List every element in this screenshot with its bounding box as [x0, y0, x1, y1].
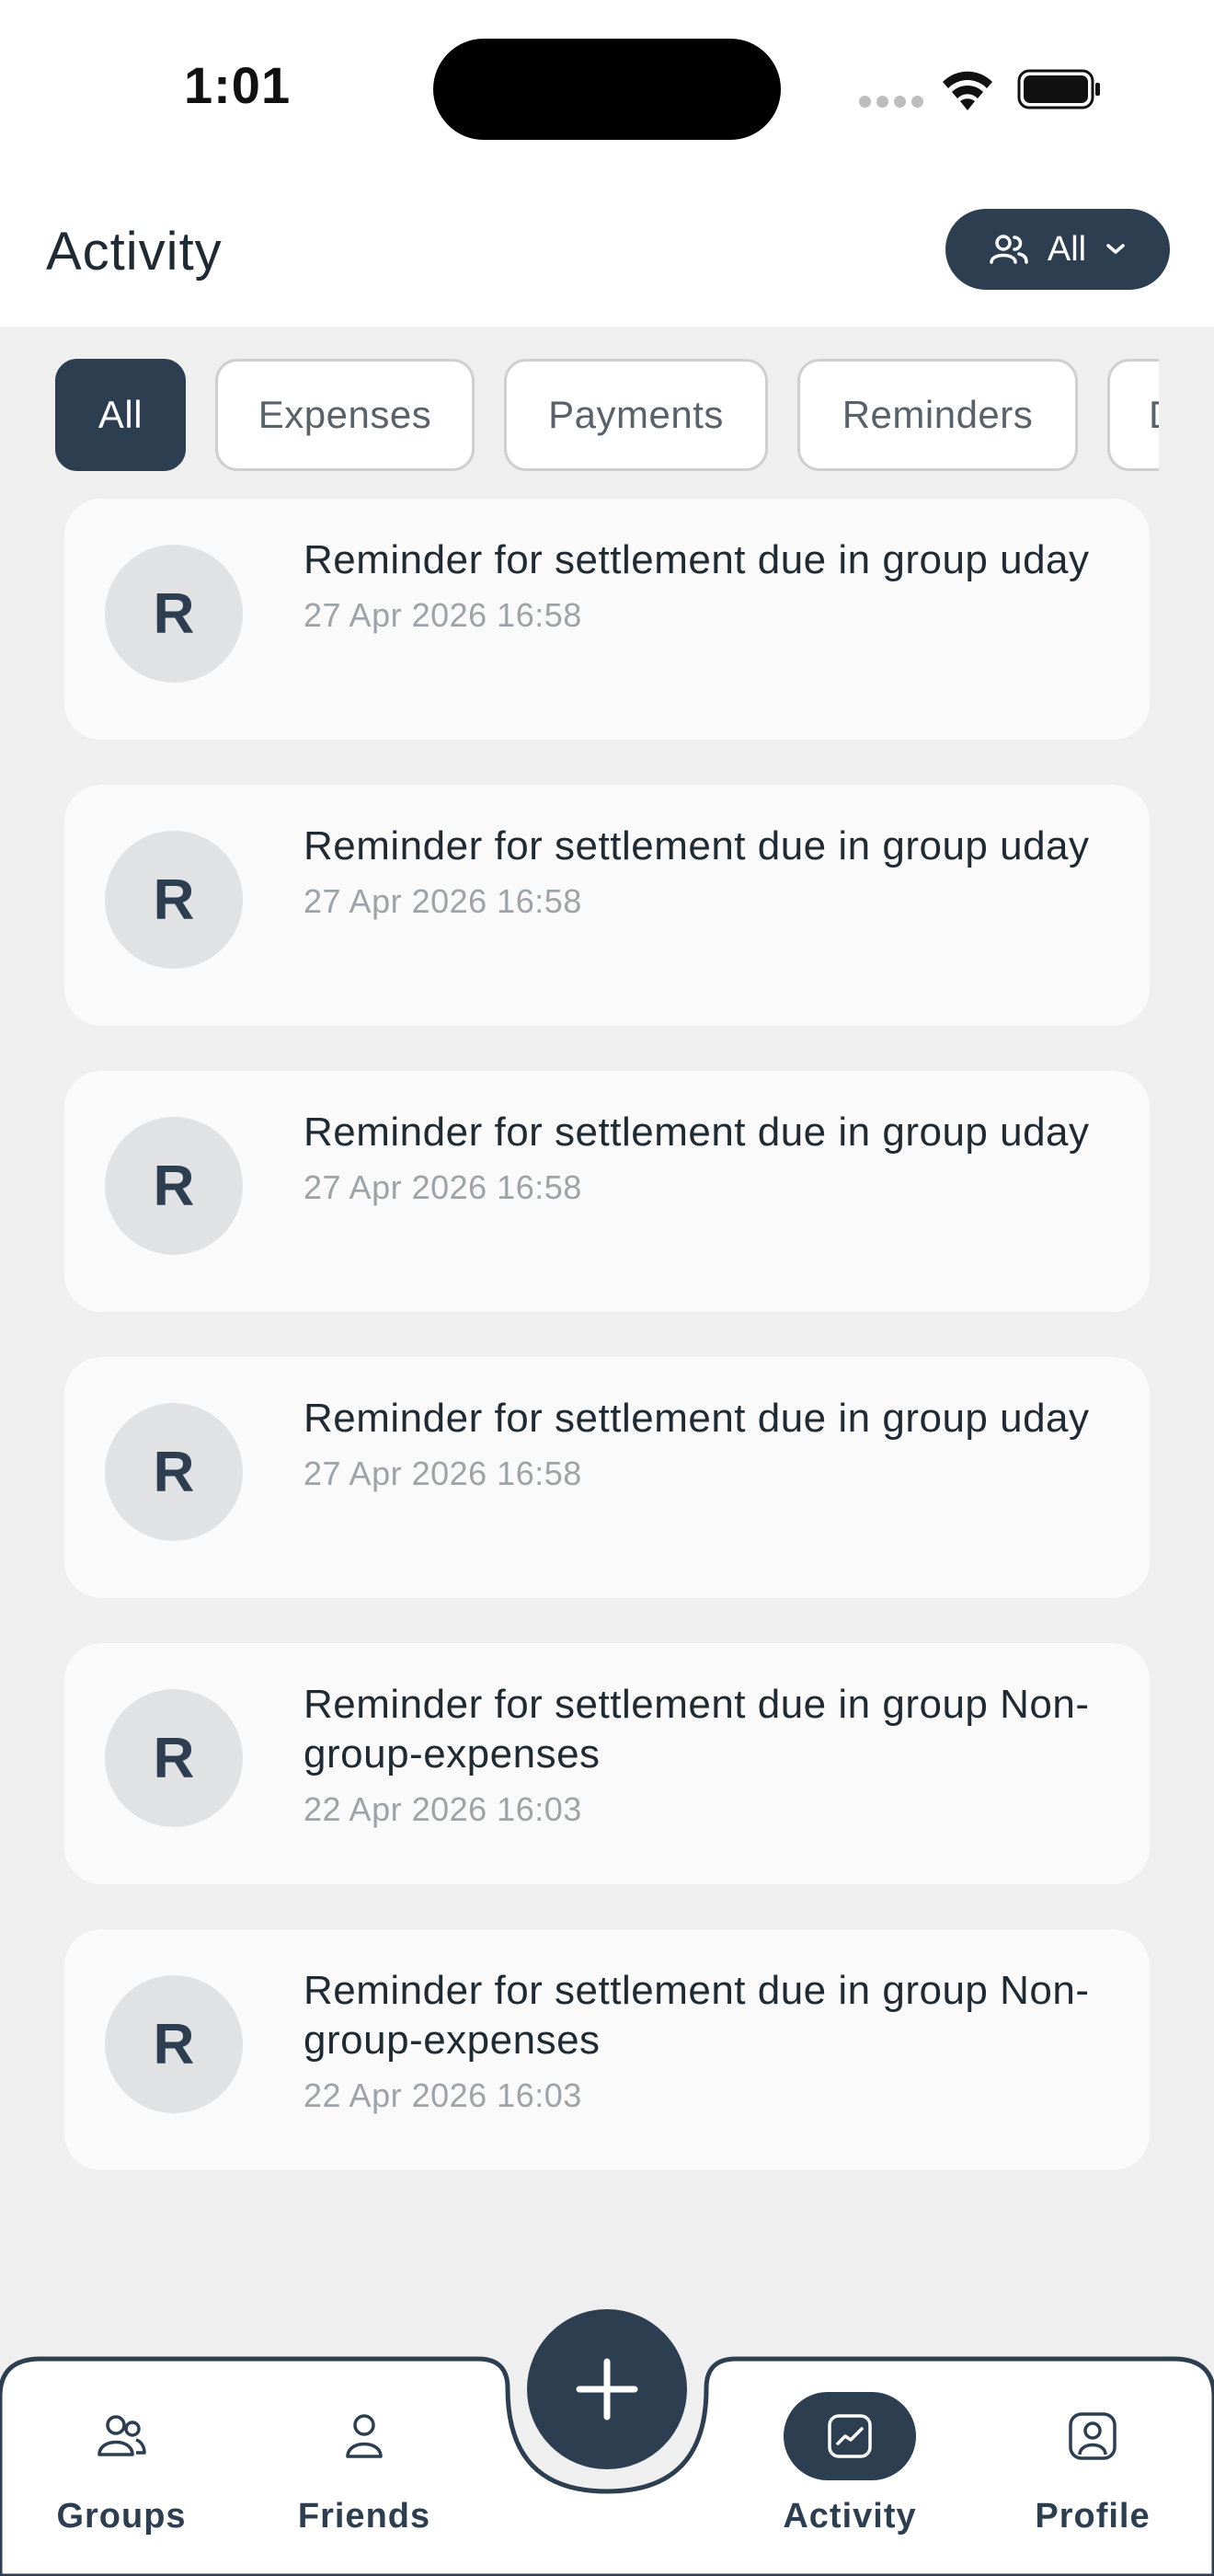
activity-item[interactable]: R Reminder for settlement due in group u…: [64, 785, 1150, 1026]
dynamic-island: [433, 39, 781, 140]
activity-timestamp: 27 Apr 2026 16:58: [304, 1168, 582, 1206]
filter-chip-payments[interactable]: Payments: [504, 359, 768, 471]
activity-title: Reminder for settlement due in group Non…: [304, 1968, 1090, 2063]
users-icon: [990, 235, 1028, 264]
friends-icon: [346, 2414, 383, 2458]
nav-label-friends: Friends: [297, 2497, 431, 2536]
battery-icon: [1017, 69, 1100, 109]
activity-title: Reminder for settlement due in group uda…: [304, 1110, 1090, 1155]
activity-item[interactable]: R Reminder for settlement due in group N…: [64, 1929, 1150, 2170]
filter-chips-scroller[interactable]: All Expenses Payments Reminders D: [55, 359, 1159, 471]
add-button[interactable]: [527, 2309, 687, 2469]
avatar: R: [105, 1689, 243, 1827]
groups-icon: [97, 2415, 146, 2456]
page-title: Activity: [46, 222, 223, 282]
avatar: R: [105, 545, 243, 683]
filter-chips: All Expenses Payments Reminders D: [55, 359, 1159, 471]
activity-list: R Reminder for settlement due in group u…: [64, 499, 1150, 2215]
chevron-down-icon: [1106, 244, 1125, 254]
activity-item[interactable]: R Reminder for settlement due in group u…: [64, 1071, 1150, 1312]
nav-item-activity[interactable]: Activity: [739, 2355, 960, 2576]
scope-filter-button[interactable]: All: [945, 209, 1170, 290]
activity-title: Reminder for settlement due in group uda…: [304, 537, 1090, 582]
scope-filter-label: All: [1047, 229, 1087, 269]
avatar: R: [105, 1975, 243, 2113]
app-header: Activity All: [0, 175, 1214, 327]
wifi-icon: [943, 71, 992, 110]
activity-item[interactable]: R Reminder for settlement due in group N…: [64, 1643, 1150, 1884]
nav-label-profile: Profile: [1035, 2497, 1151, 2536]
filter-chip-expenses[interactable]: Expenses: [215, 359, 475, 471]
nav-label-activity: Activity: [783, 2497, 917, 2536]
cellular-signal-icon: [859, 96, 923, 108]
avatar: R: [105, 831, 243, 969]
activity-item[interactable]: R Reminder for settlement due in group u…: [64, 1357, 1150, 1598]
nav-item-profile[interactable]: Profile: [982, 2355, 1203, 2576]
avatar: R: [105, 1403, 243, 1541]
activity-item[interactable]: R Reminder for settlement due in group u…: [64, 499, 1150, 740]
activity-title: Reminder for settlement due in group Non…: [304, 1682, 1090, 1777]
activity-timestamp: 27 Apr 2026 16:58: [304, 882, 582, 920]
avatar: R: [105, 1117, 243, 1255]
activity-title: Reminder for settlement due in group uda…: [304, 823, 1090, 868]
nav-active-indicator: [784, 2392, 916, 2480]
activity-title: Reminder for settlement due in group uda…: [304, 1396, 1090, 1441]
nav-label-groups: Groups: [56, 2497, 187, 2536]
activity-icon: [828, 2414, 872, 2458]
profile-icon: [1069, 2412, 1117, 2460]
status-bar: 1:01: [0, 0, 1214, 175]
filter-chip-all[interactable]: All: [55, 359, 186, 471]
activity-timestamp: 27 Apr 2026 16:58: [304, 596, 582, 634]
filter-chip-partial[interactable]: D: [1107, 359, 1159, 471]
nav-item-friends[interactable]: Friends: [254, 2355, 475, 2576]
filter-chip-reminders[interactable]: Reminders: [797, 359, 1078, 471]
activity-timestamp: 22 Apr 2026 16:03: [304, 2076, 582, 2114]
activity-timestamp: 22 Apr 2026 16:03: [304, 1790, 582, 1828]
status-time: 1:01: [184, 56, 292, 114]
activity-timestamp: 27 Apr 2026 16:58: [304, 1455, 582, 1492]
plus-icon: [576, 2358, 638, 2421]
nav-item-groups[interactable]: Groups: [11, 2355, 232, 2576]
